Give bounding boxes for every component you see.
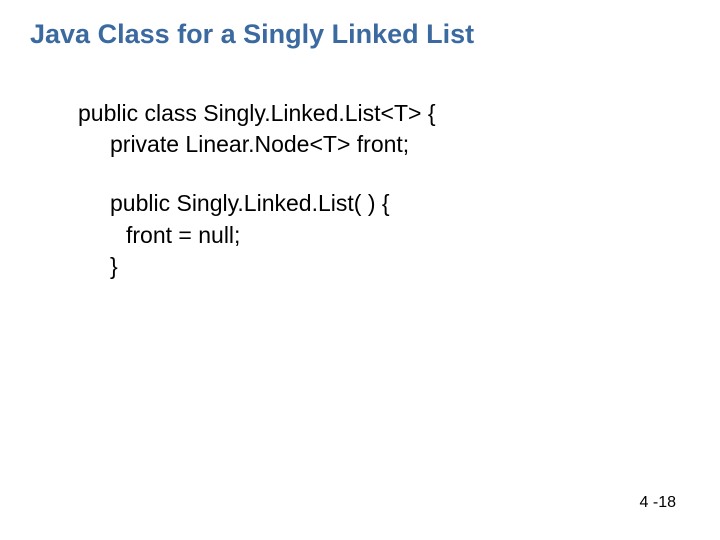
code-line: private Linear.Node<T> front; xyxy=(78,129,690,160)
spacer xyxy=(78,160,690,188)
code-line: public Singly.Linked.List( ) { xyxy=(78,188,690,219)
slide-number: 4 -18 xyxy=(640,494,676,512)
code-block: public class Singly.Linked.List<T> { pri… xyxy=(78,98,690,281)
code-line: public class Singly.Linked.List<T> { xyxy=(78,98,690,129)
slide-title: Java Class for a Singly Linked List xyxy=(30,18,690,50)
slide-container: Java Class for a Singly Linked List publ… xyxy=(0,0,720,540)
code-line: } xyxy=(78,251,690,282)
code-line: front = null; xyxy=(78,220,690,251)
